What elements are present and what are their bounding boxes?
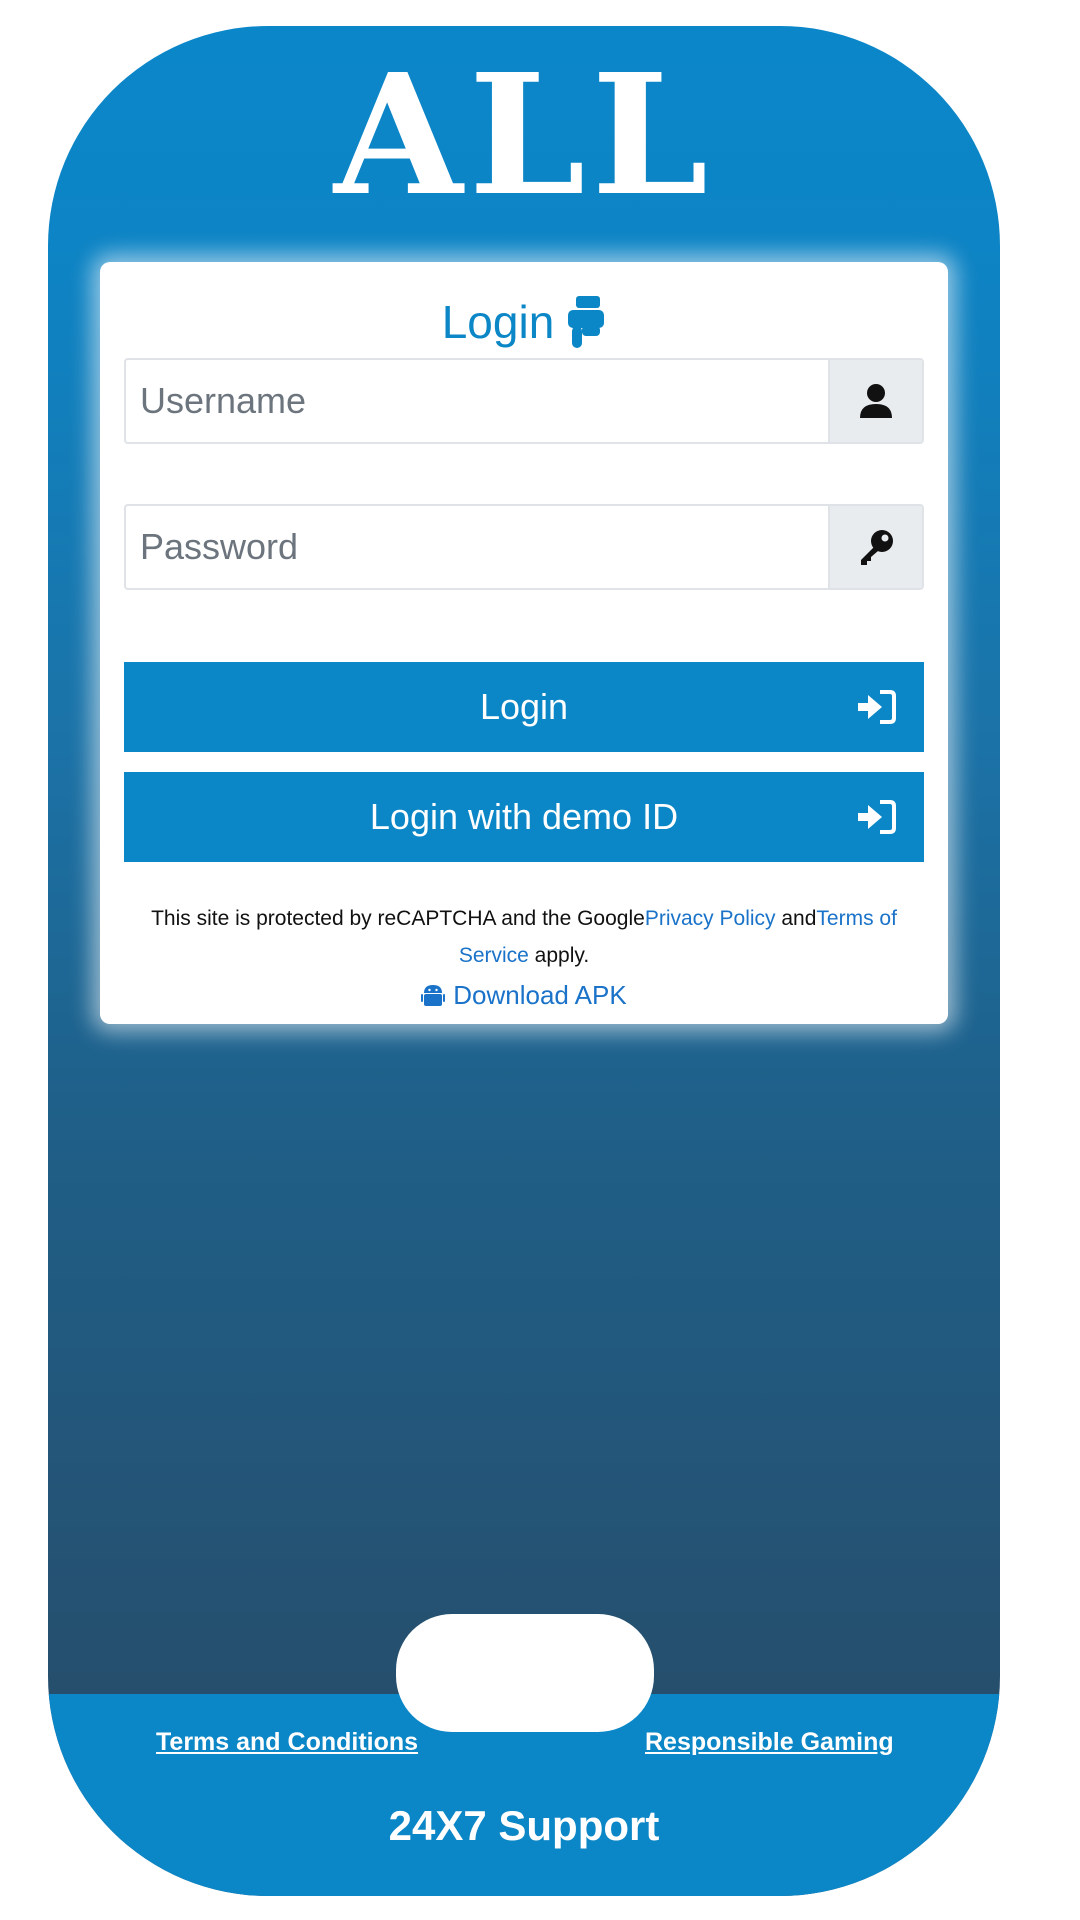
recaptcha-suffix: apply.: [528, 944, 590, 967]
terms-and-conditions-link[interactable]: Terms and Conditions: [156, 1728, 418, 1757]
sign-in-icon: [858, 690, 896, 724]
support-label[interactable]: 24X7 Support: [48, 1802, 1000, 1850]
privacy-policy-link[interactable]: Privacy Policy: [645, 907, 776, 930]
password-input[interactable]: [126, 506, 828, 588]
demo-login-button[interactable]: Login with demo ID: [124, 772, 924, 862]
login-title-text: Login: [441, 296, 555, 348]
login-button[interactable]: Login: [124, 662, 924, 752]
android-icon: [421, 984, 446, 1006]
demo-login-button-label: Login with demo ID: [369, 796, 679, 837]
download-apk-label: Download APK: [453, 980, 627, 1010]
home-pill: [396, 1614, 654, 1732]
recaptcha-prefix: This site is protected by reCAPTCHA and …: [151, 907, 645, 930]
password-addon: [828, 506, 922, 588]
key-icon: [861, 530, 893, 565]
responsible-gaming-link[interactable]: Responsible Gaming: [645, 1728, 894, 1757]
download-apk-link[interactable]: Download APK: [100, 980, 948, 1011]
user-icon: [860, 384, 892, 418]
hand-pointing-down-icon: [568, 296, 605, 348]
brand-logo: ALL: [333, 38, 715, 233]
recaptcha-middle: and: [775, 907, 817, 930]
password-field: [124, 504, 924, 590]
phone-frame: ALL Login Username Login Login with demo…: [48, 26, 1000, 1896]
username-input[interactable]: [126, 360, 828, 442]
username-addon: [828, 360, 922, 442]
login-card: Login Username Login Login with demo ID …: [100, 262, 948, 1024]
recaptcha-notice: This site is protected by reCAPTCHA and …: [124, 900, 924, 974]
sign-in-icon: [858, 800, 896, 834]
login-title: Login: [100, 290, 948, 354]
login-button-label: Login: [479, 686, 569, 727]
username-field: [124, 358, 924, 444]
